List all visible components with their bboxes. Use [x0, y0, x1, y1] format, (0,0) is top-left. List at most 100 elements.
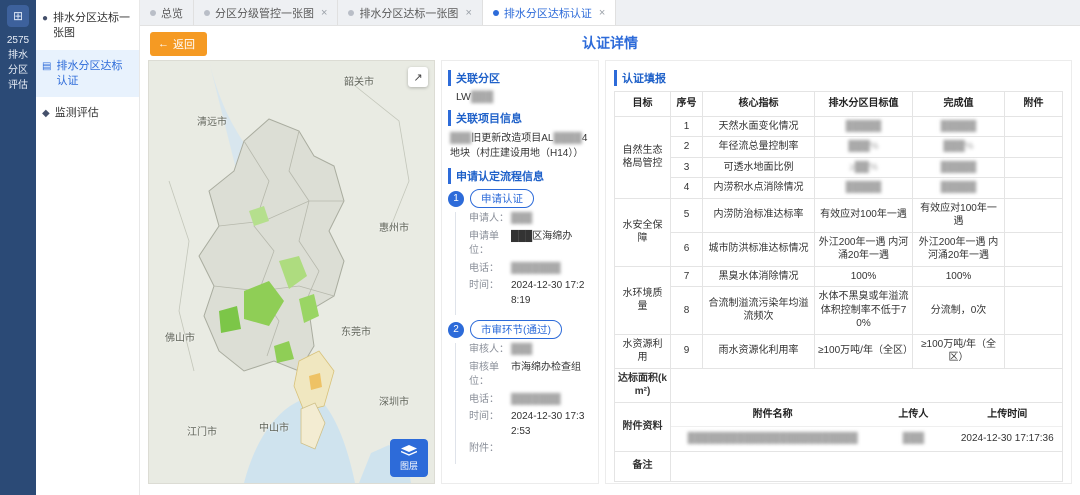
map-panel[interactable]: 韶关市 清远市 惠州市 佛山市 东莞市 深圳市 江门市 中山市 ↗ 图层	[148, 60, 435, 484]
attachments-label: 附件资料	[614, 401, 671, 452]
related-project-title: 关联项目信息	[448, 110, 592, 126]
info-panel: 关联分区 LW███ 关联项目信息 ███旧更新改造项目AL████4地块（村庄…	[441, 60, 599, 484]
col-header: 序号	[670, 91, 703, 117]
tab-compliance-map[interactable]: 排水分区达标一张图 ×	[338, 0, 483, 25]
map-city-label: 佛山市	[165, 333, 195, 344]
page-title: 认证详情	[582, 35, 638, 51]
back-arrow-icon: ←	[158, 38, 169, 50]
related-zone-value: LW███	[456, 91, 494, 103]
review-time-value: 2024-12-30 17:32:53	[511, 411, 585, 437]
dot-icon: ●	[42, 13, 49, 24]
sidebar-item-overview-map[interactable]: ● 排水分区达标一张图	[36, 2, 139, 50]
certification-title: 认证填报	[614, 70, 1063, 86]
phone-value: ███████	[511, 262, 561, 274]
expand-icon[interactable]: ↗	[408, 67, 428, 87]
group-cell: 水安全保障	[614, 197, 671, 267]
attachment-row: ████████████████████████ ███ 2024-12-30 …	[671, 427, 1062, 451]
attachment-cell	[1004, 231, 1063, 267]
group-cell: 自然生态格局管控	[614, 115, 671, 199]
map-city-label: 中山市	[259, 423, 289, 434]
back-button[interactable]: ← 返回	[150, 32, 207, 56]
certification-table: 目标 序号 核心指标 排水分区目标值 完成值 附件 自然生态格局管控 1 天然水…	[614, 91, 1063, 369]
table-row: 4 内涝积水点消除情况 █████ █████	[615, 177, 1063, 199]
table-row: 达标面积(km²)	[614, 367, 1063, 403]
panels: 韶关市 清远市 惠州市 佛山市 东莞市 深圳市 江门市 中山市 ↗ 图层 关联分…	[148, 60, 1072, 484]
table-row: 自然生态格局管控 1 天然水面变化情况 █████ █████	[614, 115, 1063, 199]
tab-zoning-control-map[interactable]: 分区分级管控一张图 ×	[194, 0, 339, 25]
app-title: 2575排水分区评估	[6, 35, 30, 91]
attachment-value	[511, 442, 592, 457]
app-root: ⊞ 2575排水分区评估 ● 排水分区达标一张图 ▤ 排水分区达标认证 ◆ 监测…	[0, 0, 1080, 495]
step-number-badge: 1	[448, 190, 464, 207]
certification-panel: 认证填报 目标 序号 核心指标 排水分区目标值 完成值 附件 自然生态格局管控 …	[605, 60, 1072, 484]
map-city-label: 江门市	[187, 427, 217, 438]
tab-certification[interactable]: 排水分区达标认证 ×	[482, 0, 617, 25]
sidebar-item-certification[interactable]: ▤ 排水分区达标认证	[36, 49, 139, 98]
app-rail: ⊞ 2575排水分区评估	[0, 0, 36, 495]
table-row: 水安全保障 5 内涝防治标准达标率 有效应对100年一遇 有效应对100年一遇	[614, 197, 1063, 267]
tab-bar: 总览 分区分级管控一张图 × 排水分区达标一张图 × 排水分区达标认证 ×	[140, 0, 1080, 26]
attachment-cell	[1004, 333, 1063, 369]
table-row: 2 年径流总量控制率 ███% ███%	[615, 136, 1063, 158]
app-logo-icon[interactable]: ⊞	[7, 5, 29, 27]
table-row: 6 城市防洪标准达标情况 外江200年一遇 内河涌20年一遇 外江200年一遇 …	[615, 231, 1063, 267]
col-header: 附件	[1004, 91, 1063, 117]
step-fields: 审核人： ███ 审核单位： 市海绵办检查组 电话： ███████ 时间： 2024-…	[455, 343, 592, 464]
col-header: 上传人	[874, 402, 953, 427]
attachment-cell	[1004, 286, 1063, 335]
certification-footer-table: 达标面积(km²) 附件资料 附件名称 上传人 上传时间 ███████████…	[614, 367, 1063, 482]
monitor-icon: ◆	[42, 108, 50, 120]
map-city-label: 深圳市	[379, 397, 409, 408]
phone-value: ███████	[511, 393, 561, 405]
attachment-cell	[1004, 197, 1063, 233]
sidebar: ● 排水分区达标一张图 ▤ 排水分区达标认证 ◆ 监测评估	[36, 0, 140, 495]
applicant-value: ███	[511, 213, 533, 224]
review-unit-value: 市海绵办检查组	[511, 361, 581, 373]
apply-unit-value: ███区海绵办	[511, 230, 573, 242]
sidebar-item-label: 排水分区达标一张图	[53, 12, 131, 39]
process-step-2: 2 市审环节(通过) 审核人： ███ 审核单位： 市海绵办检查组 电话： █████…	[448, 320, 592, 464]
attachment-cell	[1004, 156, 1063, 178]
layers-button[interactable]: 图层	[390, 439, 428, 477]
map-canvas	[149, 61, 434, 483]
document-icon: ▤	[42, 60, 52, 72]
group-cell: 水环境质量	[614, 265, 671, 335]
col-header: 附件名称	[671, 402, 875, 427]
map-city-label: 惠州市	[379, 223, 409, 234]
tab-close-icon[interactable]: ×	[465, 7, 471, 19]
area-value	[670, 367, 1063, 403]
attachments-table: 附件名称 上传人 上传时间 ████████████████████████ █…	[671, 402, 1062, 451]
table-row: 3 可透水地面比例 ≥██% █████	[615, 156, 1063, 178]
tab-close-icon[interactable]: ×	[321, 7, 327, 19]
sidebar-item-monitor[interactable]: ◆ 监测评估	[36, 97, 139, 130]
group-cell: 水资源利用	[614, 333, 671, 369]
col-header: 排水分区目标值	[814, 91, 913, 117]
process-title: 申请认定流程信息	[448, 168, 592, 184]
related-zone-title: 关联分区	[448, 70, 592, 86]
col-header: 完成值	[912, 91, 1005, 117]
tab-dot-icon	[204, 9, 210, 16]
col-header: 核心指标	[702, 91, 815, 117]
attachment-cell	[1004, 115, 1063, 137]
col-header: 上传时间	[952, 402, 1062, 427]
map-city-label: 东莞市	[341, 327, 371, 338]
content-header: ← 返回 认证详情	[148, 26, 1072, 60]
col-header: 目标	[614, 91, 671, 117]
step-fields: 申请人： ███ 申请单位： ███区海绵办 电话： ███████ 时间： 2024-…	[455, 212, 592, 315]
tab-dot-icon	[492, 9, 499, 16]
tab-close-icon[interactable]: ×	[599, 7, 605, 19]
process-step-1: 1 申请认证 申请人： ███ 申请单位： ███区海绵办 电话： ███████ 时…	[448, 189, 592, 315]
apply-time-value: 2024-12-30 17:28:19	[511, 280, 585, 306]
tab-dot-icon	[348, 9, 355, 16]
main-area: 总览 分区分级管控一张图 × 排水分区达标一张图 × 排水分区达标认证 × ← …	[140, 0, 1080, 495]
related-project-value: ███旧更新改造项目AL████4地块（村庄建设用地（H14））	[450, 133, 588, 159]
map-city-label: 清远市	[197, 117, 227, 128]
attachment-file-link[interactable]: ████████████████████████	[671, 427, 874, 451]
tab-dot-icon	[150, 9, 156, 16]
layers-icon	[401, 444, 417, 456]
table-row: 水环境质量 7 黑臭水体消除情况 100% 100%	[614, 265, 1063, 335]
area-label: 达标面积(km²)	[614, 367, 671, 403]
step-number-badge: 2	[448, 321, 464, 338]
tab-overview[interactable]: 总览	[140, 0, 194, 25]
upload-time-value: 2024-12-30 17:17:36	[960, 433, 1054, 444]
